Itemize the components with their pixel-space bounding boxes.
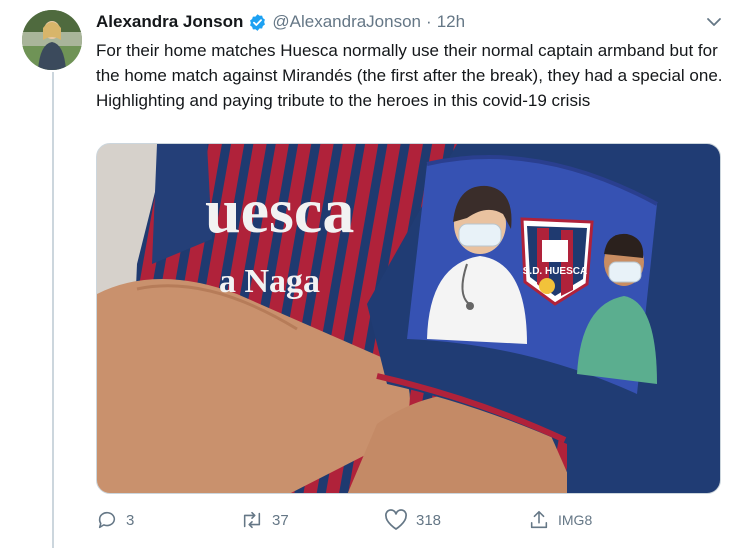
avatar[interactable] [22, 10, 82, 70]
share-label: IMG8 [558, 512, 593, 528]
thread-line [52, 72, 54, 548]
tweet-actions: 3 37 318 IMG8 [96, 506, 636, 534]
tweet-time[interactable]: 12h [437, 12, 465, 32]
tweet-text: For their home matches Huesca normally u… [96, 41, 723, 110]
like-count: 318 [416, 511, 442, 529]
tweet-media-image[interactable]: uesca a Naga S.D. HUESCA [96, 143, 721, 494]
shirt-text-2: a Naga [219, 263, 320, 300]
verified-badge-icon [248, 13, 267, 32]
like-icon[interactable] [384, 509, 408, 531]
retweet-count: 37 [272, 511, 289, 529]
author-handle[interactable]: @AlexandraJonson [272, 12, 421, 32]
separator-dot: · [426, 12, 432, 31]
retweet-icon[interactable] [240, 509, 264, 531]
like-action[interactable]: 318 [384, 506, 441, 534]
reply-count: 3 [126, 511, 135, 529]
reply-icon[interactable] [96, 509, 118, 531]
retweet-action[interactable]: 37 [240, 506, 289, 534]
reply-action[interactable]: 3 [96, 506, 134, 534]
author-name[interactable]: Alexandra Jonson [96, 12, 243, 32]
shirt-text-1: uesca [205, 175, 354, 246]
chevron-down-icon[interactable] [704, 12, 724, 32]
share-action[interactable]: IMG8 [528, 506, 592, 534]
share-icon[interactable] [528, 509, 550, 531]
badge-text: S.D. HUESCA [523, 266, 587, 277]
tweet-header: Alexandra Jonson @AlexandraJonson · 12h [96, 10, 465, 34]
